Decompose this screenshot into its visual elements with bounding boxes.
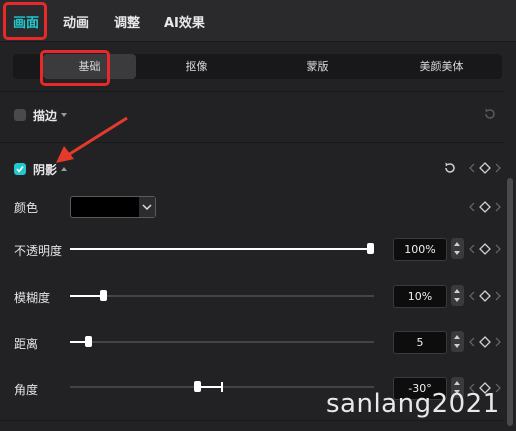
tab-highlight-box bbox=[3, 2, 47, 40]
distance-slider-track[interactable] bbox=[70, 341, 374, 343]
subtab-beauty[interactable]: 美颜美体 bbox=[395, 54, 488, 79]
reset-icon[interactable] bbox=[483, 107, 497, 121]
check-icon bbox=[16, 166, 24, 173]
blur-slider-thumb[interactable] bbox=[100, 290, 107, 301]
annotation-arrow-icon bbox=[56, 116, 128, 163]
opacity-slider-fill bbox=[70, 248, 370, 250]
scrollbar-thumb[interactable] bbox=[507, 178, 513, 426]
tab-ai-effects[interactable]: AI效果 bbox=[164, 12, 205, 31]
top-tab-bar: 画面 动画 调整 AI效果 bbox=[0, 0, 516, 42]
angle-slider-tick bbox=[221, 382, 223, 392]
distance-input[interactable]: 5 bbox=[393, 331, 447, 354]
divider bbox=[0, 91, 504, 92]
blur-label: 模糊度 bbox=[14, 291, 51, 305]
blur-slider-fill bbox=[70, 295, 104, 297]
stroke-checkbox[interactable] bbox=[14, 109, 26, 121]
opacity-input[interactable]: 100% bbox=[393, 238, 447, 261]
chevron-down-icon bbox=[139, 197, 155, 217]
keyframe-control-icon[interactable] bbox=[468, 242, 502, 256]
distance-slider-thumb[interactable] bbox=[85, 336, 92, 347]
blur-slider-track[interactable] bbox=[70, 295, 374, 297]
subtab-highlight-box bbox=[40, 50, 110, 86]
opacity-stepper[interactable] bbox=[451, 238, 464, 259]
blur-input[interactable]: 10% bbox=[393, 285, 447, 308]
divider bbox=[0, 420, 504, 421]
shadow-color-dropdown[interactable] bbox=[70, 196, 156, 218]
keyframe-control-icon[interactable] bbox=[468, 335, 502, 349]
opacity-slider-thumb[interactable] bbox=[367, 243, 374, 254]
distance-label: 距离 bbox=[14, 337, 39, 351]
blur-stepper[interactable] bbox=[451, 285, 464, 306]
keyframe-control-icon[interactable] bbox=[468, 200, 502, 214]
subtab-cutout[interactable]: 抠像 bbox=[150, 54, 243, 79]
angle-label: 角度 bbox=[14, 383, 39, 397]
distance-stepper[interactable] bbox=[451, 331, 464, 352]
tab-adjust[interactable]: 调整 bbox=[114, 12, 140, 31]
keyframe-control-icon[interactable] bbox=[468, 289, 502, 303]
angle-slider-thumb[interactable] bbox=[194, 381, 201, 392]
color-label: 颜色 bbox=[14, 201, 39, 215]
subtab-mask[interactable]: 蒙版 bbox=[271, 54, 364, 79]
opacity-label: 不透明度 bbox=[14, 244, 63, 258]
keyframe-control-icon[interactable] bbox=[468, 161, 502, 175]
shadow-checkbox[interactable] bbox=[14, 163, 26, 175]
tab-animation[interactable]: 动画 bbox=[63, 12, 89, 31]
watermark-text: sanlang2021 bbox=[326, 389, 500, 419]
reset-icon[interactable] bbox=[443, 161, 457, 175]
angle-slider-fill bbox=[200, 386, 222, 388]
